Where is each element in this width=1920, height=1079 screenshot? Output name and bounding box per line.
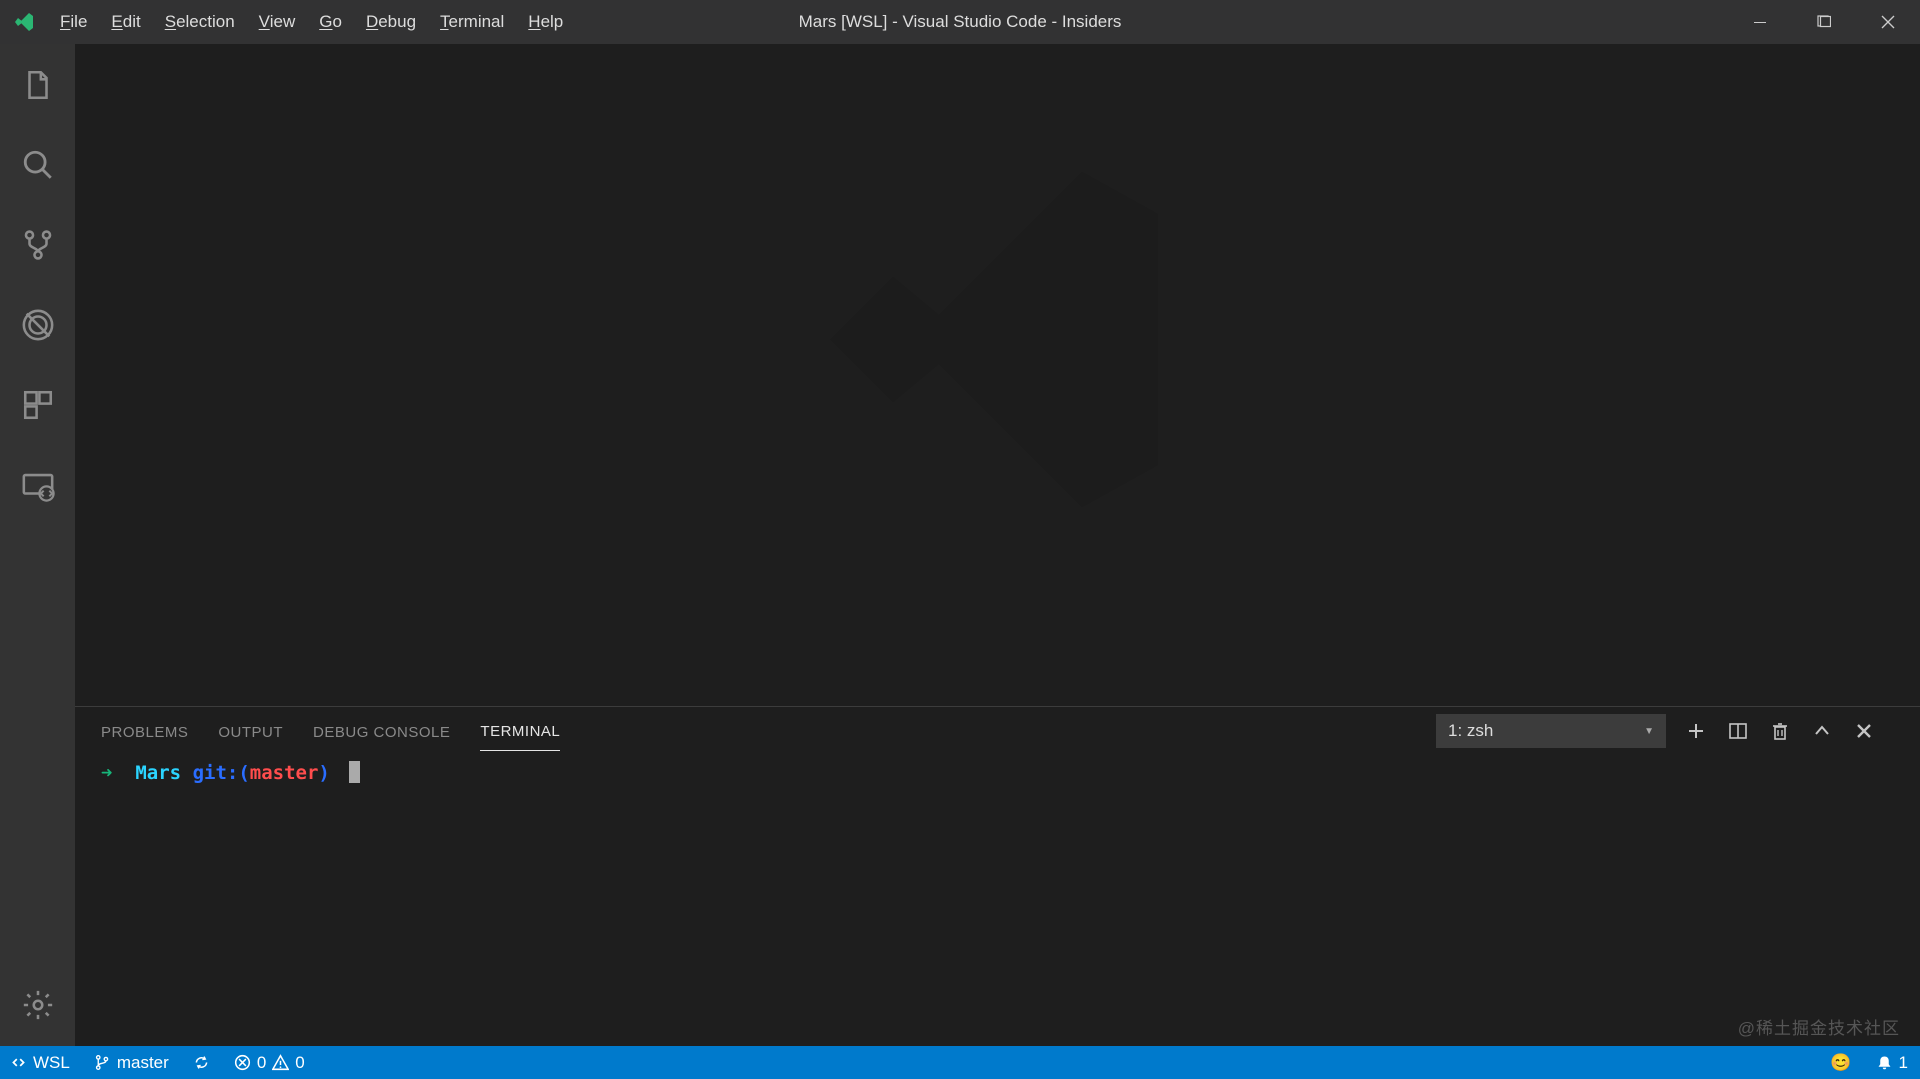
panel-actions: 1: zsh ▼ bbox=[1436, 714, 1894, 748]
feedback-smiley-icon: 😊 bbox=[1830, 1053, 1851, 1073]
status-notifications[interactable]: 1 bbox=[1864, 1046, 1920, 1079]
editor-area bbox=[75, 44, 1920, 706]
menu-selection[interactable]: Selection bbox=[153, 0, 247, 44]
prompt-arrow: ➜ bbox=[101, 762, 112, 784]
activity-scm-icon[interactable] bbox=[0, 214, 75, 276]
terminal-new-button[interactable] bbox=[1684, 719, 1708, 743]
menu-file[interactable]: File bbox=[48, 0, 99, 44]
status-errors[interactable]: 0 0 bbox=[222, 1046, 317, 1079]
status-notifications-count: 1 bbox=[1899, 1053, 1908, 1073]
activity-debug-icon[interactable] bbox=[0, 294, 75, 356]
status-remote-label: WSL bbox=[33, 1053, 70, 1073]
vscode-watermark-icon bbox=[788, 129, 1208, 554]
window-title: Mars [WSL] - Visual Studio Code - Inside… bbox=[799, 12, 1122, 32]
panel-tab-terminal[interactable]: TERMINAL bbox=[480, 711, 560, 751]
prompt-branch: master bbox=[250, 762, 319, 784]
panel-tab-output[interactable]: OUTPUT bbox=[218, 712, 283, 751]
git-branch-icon bbox=[94, 1054, 111, 1071]
status-feedback[interactable]: 😊 bbox=[1818, 1046, 1863, 1079]
terminal-shell-label: 1: zsh bbox=[1448, 721, 1493, 741]
activity-remote-explorer-icon[interactable] bbox=[0, 454, 75, 516]
menu-help[interactable]: Help bbox=[516, 0, 575, 44]
activity-explorer-icon[interactable] bbox=[0, 54, 75, 116]
menu-terminal[interactable]: Terminal bbox=[428, 0, 516, 44]
panel-tab-debug-console[interactable]: DEBUG CONSOLE bbox=[313, 712, 450, 751]
image-watermark: @稀土掘金技术社区 bbox=[1738, 1014, 1900, 1039]
dropdown-caret-icon: ▼ bbox=[1644, 726, 1654, 737]
activity-bar bbox=[0, 44, 75, 1046]
prompt-paren-open: ( bbox=[238, 762, 249, 784]
panel-tabs: PROBLEMS OUTPUT DEBUG CONSOLE TERMINAL 1… bbox=[75, 707, 1920, 755]
prompt-cwd: Mars bbox=[135, 762, 181, 784]
sync-icon bbox=[193, 1054, 210, 1071]
menu-bar: File Edit Selection View Go Debug Termin… bbox=[48, 0, 575, 44]
terminal-kill-button[interactable] bbox=[1768, 719, 1792, 743]
menu-view[interactable]: View bbox=[247, 0, 308, 44]
status-warnings-count: 0 bbox=[295, 1053, 304, 1073]
remote-icon bbox=[10, 1054, 27, 1071]
status-branch[interactable]: master bbox=[82, 1046, 181, 1079]
app-logo-icon bbox=[8, 10, 40, 34]
panel-maximize-button[interactable] bbox=[1810, 719, 1834, 743]
status-remote[interactable]: WSL bbox=[0, 1046, 82, 1079]
menu-go[interactable]: Go bbox=[307, 0, 354, 44]
terminal-body[interactable]: ➜ Mars git:(master) bbox=[75, 755, 1920, 1046]
prompt-git-prefix: git: bbox=[193, 762, 239, 784]
activity-extensions-icon[interactable] bbox=[0, 374, 75, 436]
error-icon bbox=[234, 1054, 251, 1071]
title-bar: File Edit Selection View Go Debug Termin… bbox=[0, 0, 1920, 44]
prompt-paren-close: ) bbox=[318, 762, 329, 784]
warning-icon bbox=[272, 1054, 289, 1071]
activity-search-icon[interactable] bbox=[0, 134, 75, 196]
status-bar: WSL master 0 0 😊 1 bbox=[0, 1046, 1920, 1079]
activity-settings-gear-icon[interactable] bbox=[0, 974, 75, 1036]
window-controls bbox=[1728, 0, 1920, 44]
terminal-shell-dropdown[interactable]: 1: zsh ▼ bbox=[1436, 714, 1666, 748]
panel: PROBLEMS OUTPUT DEBUG CONSOLE TERMINAL 1… bbox=[75, 706, 1920, 1046]
terminal-split-button[interactable] bbox=[1726, 719, 1750, 743]
maximize-button[interactable] bbox=[1792, 0, 1856, 44]
status-sync[interactable] bbox=[181, 1046, 222, 1079]
bell-icon bbox=[1876, 1054, 1893, 1071]
close-button[interactable] bbox=[1856, 0, 1920, 44]
panel-tab-problems[interactable]: PROBLEMS bbox=[101, 712, 188, 751]
terminal-cursor bbox=[349, 761, 360, 783]
menu-edit[interactable]: Edit bbox=[99, 0, 152, 44]
minimize-button[interactable] bbox=[1728, 0, 1792, 44]
menu-debug[interactable]: Debug bbox=[354, 0, 428, 44]
status-errors-count: 0 bbox=[257, 1053, 266, 1073]
panel-close-button[interactable] bbox=[1852, 719, 1876, 743]
status-branch-label: master bbox=[117, 1053, 169, 1073]
